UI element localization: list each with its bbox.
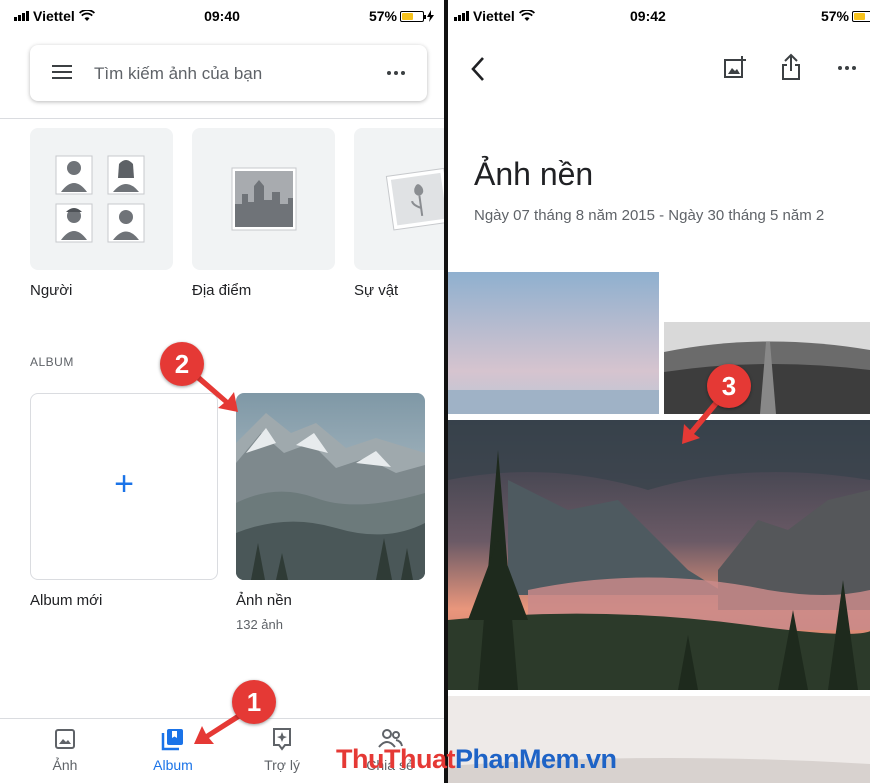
step-badge-1: 1 <box>232 680 276 724</box>
step-badge-2: 2 <box>160 342 204 386</box>
step-badge-3: 3 <box>707 364 751 408</box>
watermark: ThuThuatPhanMem.vn <box>336 744 617 775</box>
watermark-part-1: ThuThuat <box>336 744 455 774</box>
watermark-part-3: .vn <box>579 744 617 774</box>
watermark-part-2: PhanMem <box>454 744 580 774</box>
